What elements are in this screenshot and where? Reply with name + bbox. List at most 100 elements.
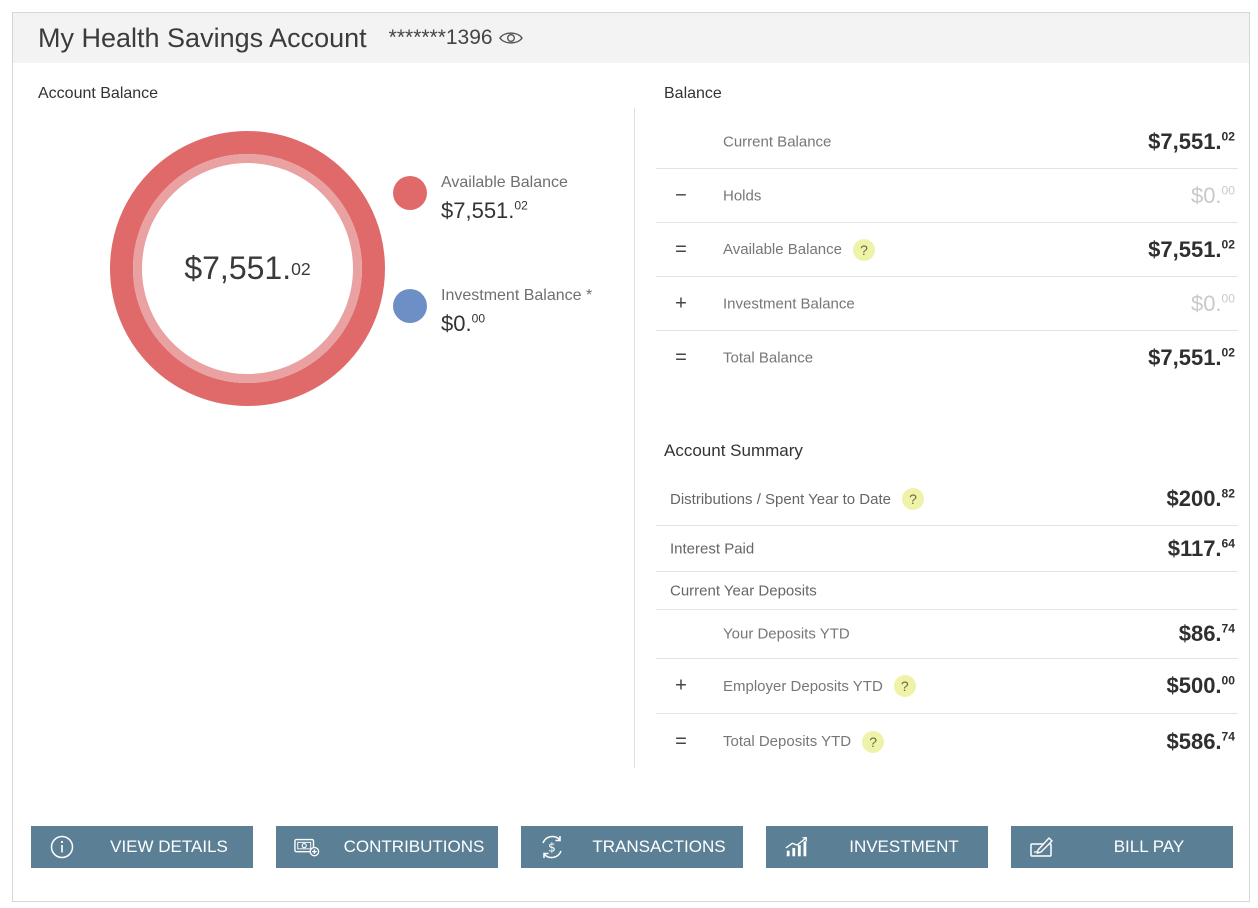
donut-center-value: $7,551. 02 — [184, 250, 311, 286]
row-amount: $86.74 — [1179, 621, 1235, 647]
row-label-text: Current Balance — [723, 133, 832, 150]
summary-row-deposits-header: Current Year Deposits — [656, 572, 1238, 610]
legend-investment-name: Investment Balance * — [441, 287, 593, 304]
row-label: Current Year Deposits — [670, 582, 817, 599]
card-header: My Health Savings Account *******1396 — [13, 13, 1249, 63]
investment-button[interactable]: INVESTMENT — [766, 826, 988, 868]
row-amount: $0.00 — [1191, 291, 1235, 317]
summary-row-interest: Interest Paid $117.64 — [656, 526, 1238, 572]
balance-row-current: Current Balance $7,551.02 — [656, 115, 1238, 169]
row-amount: $0.00 — [1191, 183, 1235, 209]
row-amount: $7,551.02 — [1148, 129, 1235, 155]
row-label: Current Balance — [723, 133, 831, 150]
balance-row-investment: + Investment Balance $0.00 — [656, 277, 1238, 331]
row-label: Available Balance? — [723, 238, 875, 261]
row-amount-main: $500. — [1166, 673, 1222, 698]
check-pen-icon — [1029, 835, 1055, 859]
row-amount-cents: 02 — [1221, 129, 1235, 144]
row-amount-main: $0. — [1190, 182, 1222, 208]
help-icon[interactable]: ? — [852, 238, 875, 261]
row-label: Holds — [723, 187, 761, 204]
masked-account-number: *******1396 — [388, 26, 493, 49]
page-title: My Health Savings Account — [38, 22, 367, 53]
row-amount-main: $7,551. — [1148, 128, 1222, 154]
deposit-row-employer: + Employer Deposits YTD? $500.00 — [656, 659, 1238, 714]
growth-chart-icon — [784, 835, 810, 859]
button-label: CONTRIBUTIONS — [343, 837, 485, 856]
account-number: *******1396 — [389, 26, 523, 50]
row-amount: $500.00 — [1166, 673, 1235, 699]
legend-available-amount: $7,551.02 — [441, 198, 528, 224]
help-icon[interactable]: ? — [893, 675, 916, 697]
row-amount-main: $7,551. — [1148, 236, 1222, 262]
row-label: Investment Balance — [723, 295, 855, 312]
hsa-card: My Health Savings Account *******1396 Ac… — [12, 12, 1250, 902]
row-amount: $586.74 — [1166, 729, 1235, 755]
row-label-text: Your Deposits YTD — [723, 625, 850, 643]
investment-dot-icon — [393, 289, 427, 323]
row-operator: + — [675, 292, 687, 314]
deposits-header-text: Current Year Deposits — [670, 582, 817, 599]
row-amount-cents: 02 — [1221, 345, 1235, 360]
row-label-text: Holds — [723, 187, 762, 204]
row-operator: = — [675, 346, 687, 369]
cash-plus-icon — [294, 835, 320, 859]
balance-row-total: = Total Balance $7,551.02 — [656, 331, 1238, 385]
row-amount: $7,551.02 — [1148, 237, 1235, 263]
row-operator: = — [675, 730, 687, 752]
row-amount-cents: 74 — [1221, 621, 1235, 636]
legend-investment-amount: $0.00 — [441, 311, 485, 337]
row-label: Your Deposits YTD — [723, 626, 850, 643]
transactions-button[interactable]: $ TRANSACTIONS — [521, 826, 743, 868]
row-amount-main: $586. — [1166, 728, 1222, 754]
deposit-row-total: = Total Deposits YTD? $586.74 — [656, 714, 1238, 769]
row-amount-cents: 82 — [1221, 486, 1235, 501]
row-amount-cents: 00 — [1221, 183, 1235, 198]
legend-available-name: Available Balance — [441, 174, 568, 191]
button-label: TRANSACTIONS — [592, 837, 726, 856]
row-amount-cents: 00 — [1221, 673, 1235, 688]
row-label-text: Distributions / Spent Year to Date — [670, 490, 891, 508]
row-amount: $200.82 — [1166, 486, 1235, 512]
summary-row-distributions: Distributions / Spent Year to Date? $200… — [656, 473, 1238, 526]
row-label: Distributions / Spent Year to Date? — [670, 488, 924, 510]
row-label-text: Total Deposits YTD — [723, 733, 852, 750]
balance-label: Balance — [664, 85, 722, 102]
bill-pay-button[interactable]: BILL PAY — [1011, 826, 1233, 868]
help-icon[interactable]: ? — [862, 730, 885, 753]
row-amount-cents: 74 — [1221, 729, 1235, 744]
row-label-text: Employer Deposits YTD — [723, 677, 883, 695]
row-amount-main: $7,551. — [1148, 345, 1222, 370]
balance-row-available: = Available Balance? $7,551.02 — [656, 223, 1238, 277]
contributions-button[interactable]: CONTRIBUTIONS — [276, 826, 498, 868]
row-amount-main: $0. — [1190, 290, 1222, 316]
button-label: INVESTMENT — [849, 837, 959, 856]
legend-investment-main: $0. — [441, 311, 472, 336]
balance-table: Current Balance $7,551.02 − Holds $0.00 … — [656, 115, 1238, 385]
legend-investment-cents: 00 — [471, 311, 486, 326]
balance-row-holds: − Holds $0.00 — [656, 169, 1238, 223]
button-label: BILL PAY — [1113, 837, 1185, 856]
account-balance-label: Account Balance — [38, 85, 159, 102]
row-amount-main: $86. — [1178, 621, 1222, 646]
row-amount: $117.64 — [1168, 536, 1235, 562]
row-amount-cents: 00 — [1221, 291, 1235, 306]
row-label: Total Deposits YTD? — [723, 730, 885, 753]
row-amount-cents: 64 — [1221, 536, 1235, 551]
row-amount: $7,551.02 — [1148, 345, 1235, 371]
row-amount-main: $200. — [1166, 486, 1222, 511]
view-details-button[interactable]: VIEW DETAILS — [31, 826, 253, 868]
row-amount-cents: 02 — [1221, 237, 1235, 252]
help-icon[interactable]: ? — [901, 488, 924, 510]
row-label: Interest Paid — [670, 540, 754, 557]
info-icon — [49, 835, 75, 859]
row-operator: − — [675, 184, 687, 206]
vertical-divider — [634, 108, 635, 768]
legend-available-cents: 02 — [514, 198, 528, 213]
available-dot-icon — [393, 176, 427, 210]
account-summary-title: Account Summary — [664, 441, 803, 460]
button-label: VIEW DETAILS — [110, 837, 228, 856]
eye-icon[interactable] — [498, 30, 523, 46]
action-button-bar: VIEW DETAILS CONTRIBUTIONS $ TRANSACTION… — [31, 826, 1233, 868]
row-label-text: Investment Balance — [723, 295, 855, 312]
